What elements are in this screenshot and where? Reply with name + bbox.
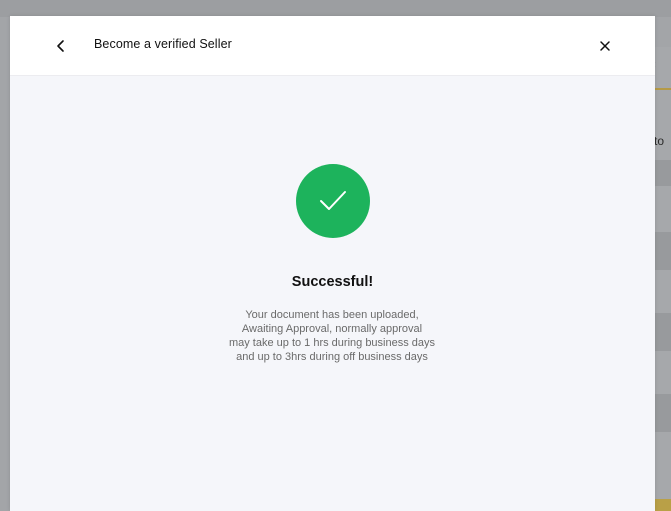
background-panel — [655, 47, 671, 511]
success-message-line: and up to 3hrs during off business days — [236, 351, 428, 363]
background-row — [655, 232, 671, 270]
modal-title: Become a verified Seller — [94, 37, 232, 51]
back-button[interactable] — [51, 36, 71, 56]
success-message-line: Awaiting Approval, normally approval — [241, 323, 423, 335]
success-message-line: Your document has been uploaded, — [245, 309, 419, 321]
background-accent-line — [655, 88, 671, 90]
background-row — [655, 313, 671, 351]
background-topbar — [0, 0, 671, 17]
close-button[interactable] — [595, 36, 615, 56]
background-partial-text: to — [654, 134, 665, 148]
close-icon — [600, 41, 610, 51]
chevron-left-icon — [57, 40, 64, 52]
background-accent-footer — [655, 499, 671, 511]
success-badge — [296, 164, 370, 238]
verification-modal: Become a verified Seller Successful! You… — [10, 16, 655, 511]
background-row — [655, 394, 671, 432]
success-title: Successful! — [291, 274, 374, 290]
success-message: Your document has been uploaded, Awaitin… — [182, 308, 482, 364]
background-row — [655, 160, 671, 186]
modal-header: Become a verified Seller — [10, 16, 655, 76]
check-icon — [320, 191, 346, 210]
success-message-line: may take up to 1 hrs during business day… — [228, 337, 436, 349]
